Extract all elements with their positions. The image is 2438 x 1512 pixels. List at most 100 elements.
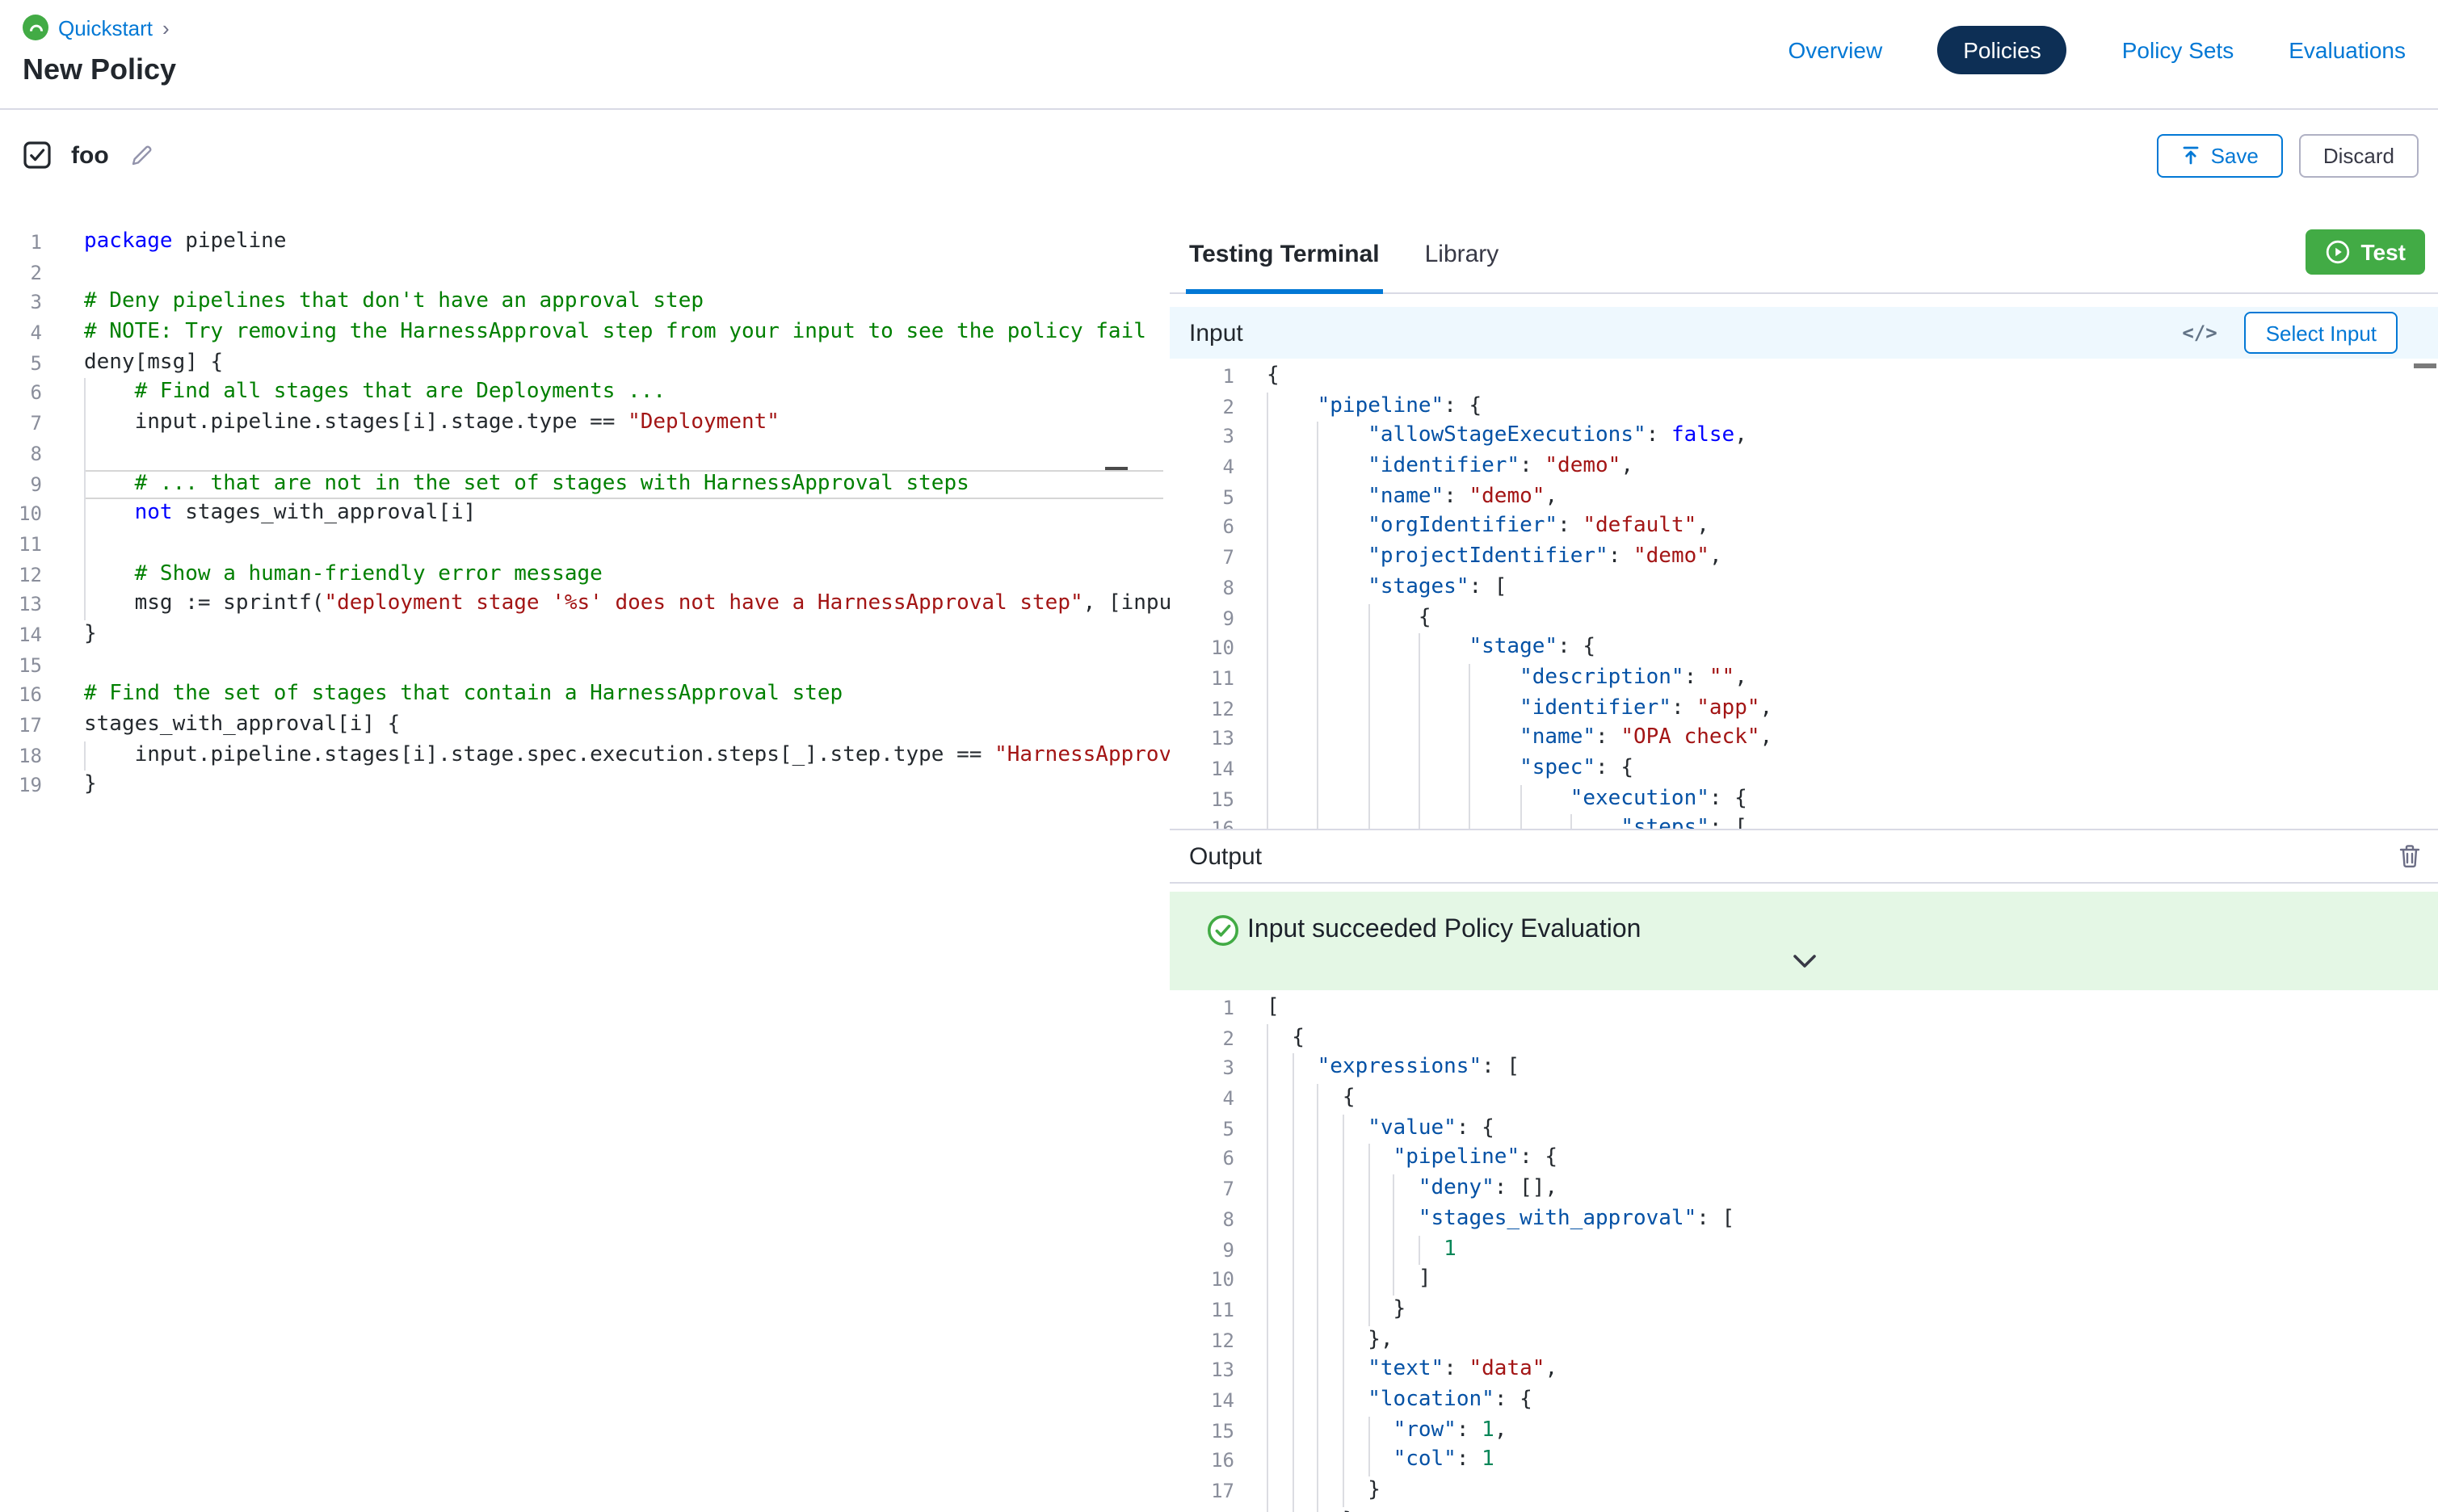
code-line: 15 xyxy=(0,650,1170,680)
code-line: 5 "value": { xyxy=(1170,1115,2438,1144)
code-line: 10 ] xyxy=(1170,1265,2438,1295)
upload-icon xyxy=(2182,145,2201,165)
code-line: 5deny[msg] { xyxy=(0,349,1170,379)
test-button[interactable]: Test xyxy=(2306,229,2426,275)
code-line: 16 "col": 1 xyxy=(1170,1447,2438,1476)
scrollbar-mark xyxy=(2414,363,2436,368)
code-line: 7 "deny": [], xyxy=(1170,1174,2438,1204)
code-line: 14 "spec": { xyxy=(1170,754,2438,784)
code-line: 1package pipeline xyxy=(0,228,1170,258)
code-line: 12 "identifier": "app", xyxy=(1170,694,2438,724)
line-number: 3 xyxy=(1170,1054,1247,1084)
chevron-right-icon: › xyxy=(162,15,170,40)
code-line: 17 } xyxy=(1170,1476,2438,1506)
page-title: New Policy xyxy=(23,53,176,87)
line-number: 11 xyxy=(0,530,58,560)
code-line: 7 input.pipeline.stages[i].stage.type ==… xyxy=(0,409,1170,439)
code-line: 2 { xyxy=(1170,1023,2438,1053)
pencil-icon[interactable] xyxy=(132,144,154,166)
input-editor[interactable]: 1{2 "pipeline": {3 "allowStageExecutions… xyxy=(1170,359,2438,829)
line-number: 10 xyxy=(0,499,58,529)
code-line: 19} xyxy=(0,771,1170,801)
code-line: 11 "description": "", xyxy=(1170,664,2438,694)
line-number: 9 xyxy=(1170,603,1247,633)
banner-message: Input succeeded Policy Evaluation xyxy=(1247,916,1641,945)
line-number: 8 xyxy=(1170,1205,1247,1235)
line-number: 16 xyxy=(1170,1447,1247,1476)
code-line: 15 "row": 1, xyxy=(1170,1416,2438,1446)
line-number: 17 xyxy=(1170,1476,1247,1506)
save-button[interactable]: Save xyxy=(2158,133,2283,177)
policy-editor-lines: 1package pipeline23# Deny pipelines that… xyxy=(0,228,1170,801)
nav-item-evaluations[interactable]: Evaluations xyxy=(2289,37,2406,63)
code-line: 2 xyxy=(0,258,1170,288)
code-line: 13 "text": "data", xyxy=(1170,1356,2438,1386)
breadcrumb: Quickstart › xyxy=(23,15,170,40)
line-number: 14 xyxy=(1170,754,1247,784)
code-line: 15 "execution": { xyxy=(1170,784,2438,814)
policy-check-icon xyxy=(23,141,52,170)
code-line: 16 "steps": [ xyxy=(1170,815,2438,829)
policy-editor[interactable]: 1package pipeline23# Deny pipelines that… xyxy=(0,200,1170,1512)
line-number: 3 xyxy=(1170,422,1247,452)
code-line: 3 "allowStageExecutions": false, xyxy=(1170,422,2438,452)
line-number: 1 xyxy=(1170,993,1247,1023)
code-line: 11 } xyxy=(1170,1296,2438,1325)
nav-item-policies[interactable]: Policies xyxy=(1937,26,2067,74)
discard-button[interactable]: Discard xyxy=(2299,133,2419,177)
code-line: 12 # Show a human-friendly error message xyxy=(0,560,1170,590)
line-number: 11 xyxy=(1170,664,1247,694)
line-number: 13 xyxy=(1170,724,1247,754)
line-number: 4 xyxy=(1170,452,1247,482)
line-number: 4 xyxy=(0,318,58,348)
line-number: 8 xyxy=(1170,573,1247,603)
code-line: 1[ xyxy=(1170,993,2438,1023)
input-editor-lines: 1{2 "pipeline": {3 "allowStageExecutions… xyxy=(1170,362,2438,829)
code-line: 7 "projectIdentifier": "demo", xyxy=(1170,543,2438,573)
line-number: 18 xyxy=(0,741,58,771)
code-line: 11 xyxy=(0,530,1170,560)
code-line: 18 input.pipeline.stages[i].stage.spec.e… xyxy=(0,741,1170,771)
line-number: 14 xyxy=(1170,1386,1247,1416)
code-line: 4 "identifier": "demo", xyxy=(1170,452,2438,482)
output-editor-lines: 1[2 {3 "expressions": [4 {5 "value": {6 … xyxy=(1170,993,2438,1512)
code-line: 8 "stages_with_approval": [ xyxy=(1170,1205,2438,1235)
line-number: 15 xyxy=(1170,784,1247,814)
check-circle-icon xyxy=(1207,914,1239,955)
tab-testing-terminal[interactable]: Testing Terminal xyxy=(1186,241,1383,294)
policy-toolbar: foo Save Discard xyxy=(0,110,2438,200)
nav-item-policy-sets[interactable]: Policy Sets xyxy=(2122,37,2234,63)
select-input-button[interactable]: Select Input xyxy=(2245,312,2398,354)
code-line: 12 }, xyxy=(1170,1325,2438,1355)
line-number: 9 xyxy=(0,469,58,499)
breadcrumb-link-quickstart[interactable]: Quickstart xyxy=(58,15,153,40)
line-number: 2 xyxy=(0,258,58,288)
code-line: 2 "pipeline": { xyxy=(1170,392,2438,422)
trash-icon[interactable] xyxy=(2398,843,2422,869)
header: Quickstart › New Policy Overview Policie… xyxy=(0,0,2438,110)
code-line: 14 "location": { xyxy=(1170,1386,2438,1416)
chevron-down-icon[interactable] xyxy=(1791,953,1817,969)
code-line: 10 "stage": { xyxy=(1170,633,2438,663)
line-number: 7 xyxy=(1170,543,1247,573)
evaluation-success-banner: Input succeeded Policy Evaluation xyxy=(1170,892,2438,990)
line-number: 15 xyxy=(0,650,58,680)
line-number: 11 xyxy=(1170,1296,1247,1325)
code-icon[interactable]: </> xyxy=(2182,321,2217,344)
code-line: 6 "orgIdentifier": "default", xyxy=(1170,513,2438,543)
line-number: 1 xyxy=(0,228,58,258)
page: Quickstart › New Policy Overview Policie… xyxy=(0,0,2438,1512)
output-editor[interactable]: 1[2 {3 "expressions": [4 {5 "value": {6 … xyxy=(1170,990,2438,1512)
play-circle-icon xyxy=(2326,239,2352,265)
output-title: Output xyxy=(1189,842,1262,870)
line-number: 6 xyxy=(1170,1144,1247,1174)
line-number: 6 xyxy=(0,379,58,409)
code-line: 14} xyxy=(0,620,1170,650)
code-line: 4 { xyxy=(1170,1084,2438,1114)
top-nav: Overview Policies Policy Sets Evaluation… xyxy=(1789,26,2406,74)
tab-library[interactable]: Library xyxy=(1422,241,1503,294)
nav-item-overview[interactable]: Overview xyxy=(1789,37,1883,63)
code-line: 13 msg := sprintf("deployment stage '%s'… xyxy=(0,590,1170,620)
code-line: 1{ xyxy=(1170,362,2438,392)
code-line: 9 { xyxy=(1170,603,2438,633)
